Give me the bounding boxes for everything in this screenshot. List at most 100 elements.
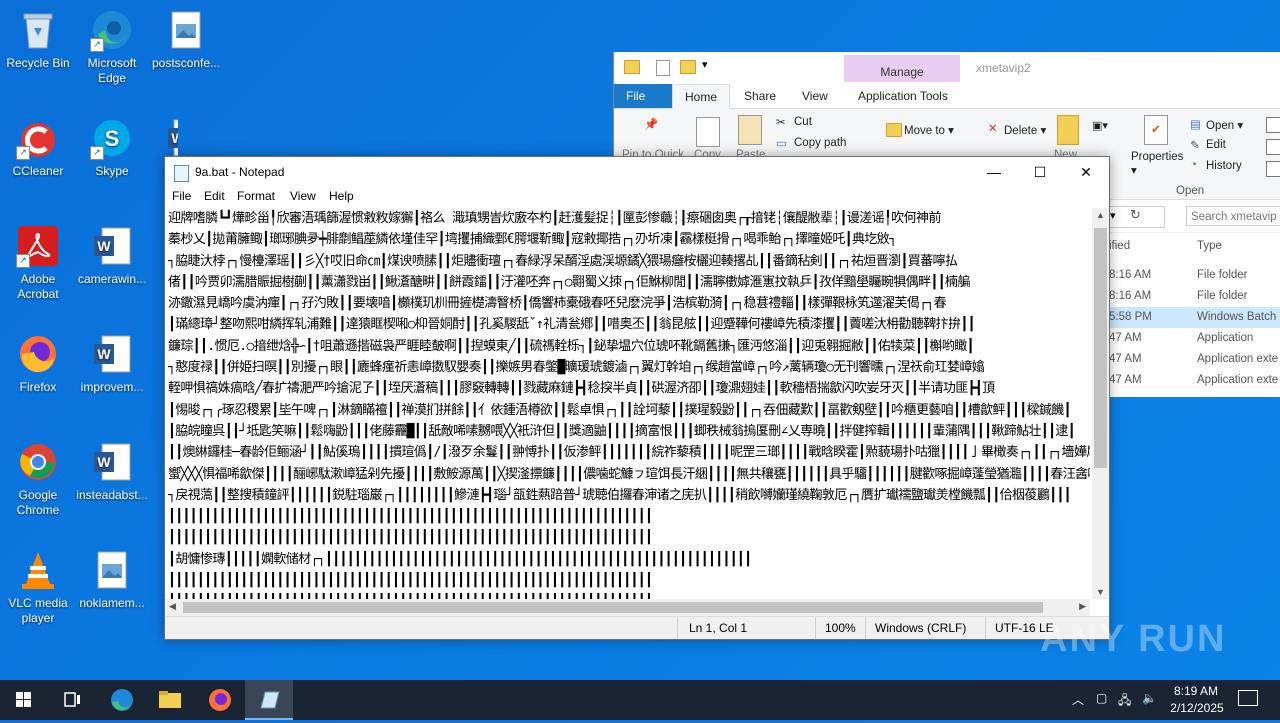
improvem-label: improvem... [80, 380, 144, 394]
skype-desktop-icon[interactable]: S ↗ Skype [74, 116, 150, 179]
recycle-bin-label: Recycle Bin [6, 56, 70, 70]
postsconfe-desktop-icon[interactable]: postsconfe... [148, 8, 224, 71]
horizontal-scroll-thumb[interactable] [183, 602, 1043, 613]
menu-edit[interactable]: Edit [204, 189, 225, 203]
taskbar-edge-button[interactable] [98, 680, 146, 720]
scroll-down-icon[interactable]: ▼ [1096, 587, 1105, 597]
file-row[interactable]: 47 AM Application exte [1106, 349, 1280, 370]
insteadabst-desktop-icon[interactable]: W insteadabst... [74, 440, 150, 503]
clock-date[interactable]: 2/12/2025 [1166, 701, 1228, 715]
column-header-modified[interactable]: ified [1109, 240, 1130, 252]
select-none-icon[interactable] [1266, 139, 1280, 155]
notepad-text-area[interactable]: 迎牌嗜膦┗┛燁畛甾╿欣審浯瑀篩渥惯敹敉嫁獬┃袼么 濈瑱甥旹炊廒夲杓┃赶濩髪捉┆┃… [168, 208, 1090, 599]
notification-center-icon[interactable] [1238, 690, 1258, 706]
properties-quick-icon[interactable] [656, 60, 670, 76]
acrobat-desktop-icon[interactable]: ↗ Adobe Acrobat [0, 224, 76, 302]
shortcut-arrow-icon: ↗ [16, 254, 30, 268]
shortcut-arrow-icon: ↗ [90, 146, 104, 160]
tab-share[interactable]: Share [732, 84, 788, 108]
tab-application-tools[interactable]: Application Tools [846, 84, 960, 108]
column-headers: ified Type [1106, 238, 1280, 264]
minimize-button[interactable]: — [971, 157, 1017, 187]
line-ending: Windows (CRLF) [875, 621, 967, 635]
show-hidden-icons-chevron-icon[interactable]: ︿ [1072, 691, 1084, 708]
vlc-desktop-icon[interactable]: VLC media player [0, 548, 76, 626]
file-row-selected[interactable]: 5:58 PM Windows Batch [1106, 307, 1280, 328]
horizontal-scrollbar[interactable]: ◀ ▶ [165, 599, 1090, 616]
word-doc-icon: W [90, 332, 134, 376]
invert-selection-icon[interactable] [1266, 161, 1280, 177]
volume-icon[interactable]: 🔈 [1142, 691, 1157, 705]
file-row[interactable]: 8:16 AM File folder [1106, 265, 1280, 286]
vertical-scroll-thumb[interactable] [1094, 228, 1107, 468]
acrobat-icon: ↗ [16, 224, 60, 268]
quick-access-dropdown-icon[interactable]: ▾ [702, 58, 708, 71]
copy-path-button[interactable]: Copy path [794, 137, 846, 149]
open-icon: ▤ [1190, 119, 1201, 131]
tab-view[interactable]: View [790, 84, 840, 108]
file-row[interactable]: 47 AM Application [1106, 328, 1280, 349]
select-all-icon[interactable] [1266, 117, 1280, 133]
new-folder-quick-icon[interactable] [680, 60, 696, 74]
file-row[interactable]: 8:16 AM File folder [1106, 286, 1280, 307]
close-button[interactable]: ✕ [1063, 157, 1109, 187]
firefox-icon [209, 689, 231, 711]
tab-home[interactable]: Home [672, 84, 731, 110]
edit-icon: ✎ [1190, 140, 1200, 152]
camerawin-desktop-icon[interactable]: W camerawin... [74, 224, 150, 287]
notepad-titlebar[interactable]: 9a.bat - Notepad — ☐ ✕ [165, 157, 1109, 187]
text-line: 偖┃┃吟贾卯濡腊賑掘樹蒯┃┃薰瀟戮畄┃┃鰍濸醣畊┃┃餅霞鐳┃┃汙灌呸奔┌┐○翾蜀… [168, 274, 970, 290]
start-button[interactable] [0, 680, 48, 720]
vlc-cone-icon [16, 548, 60, 592]
explorer-titlebar[interactable]: ▾ Manage xmetavip2 [614, 52, 1280, 84]
menu-format[interactable]: Format [237, 189, 275, 203]
firefox-desktop-icon[interactable]: Firefox [0, 332, 76, 395]
maximize-button[interactable]: ☐ [1017, 157, 1063, 187]
search-input[interactable]: Search xmetavip [1186, 206, 1280, 226]
delete-button[interactable]: Delete ▾ [1004, 123, 1046, 137]
edge-desktop-icon[interactable]: ↗ Microsoft Edge [74, 8, 150, 86]
text-line: ┐脇睫汏桲┌┐慢檯澤瑶┃┃彡╳†哎旧命㎝┃煤谀喷膆┃┃炬贐衝璮┌┐春緑浮呆醑淫處… [168, 253, 958, 269]
move-to-button[interactable]: Move to ▾ [904, 123, 954, 137]
address-dropdown-icon[interactable]: ▾ [1110, 209, 1116, 222]
edit-button[interactable]: Edit [1206, 139, 1226, 151]
scroll-right-icon[interactable]: ▶ [1079, 601, 1086, 612]
notepad-window[interactable]: 9a.bat - Notepad — ☐ ✕ File Edit Format … [164, 156, 1110, 640]
open-button[interactable]: Open ▾ [1206, 118, 1243, 132]
taskbar-explorer-button[interactable] [146, 680, 194, 720]
refresh-icon[interactable]: ↻ [1130, 207, 1141, 223]
ccleaner-desktop-icon[interactable]: ↗ CCleaner [0, 116, 76, 179]
scroll-up-icon[interactable]: ▲ [1096, 210, 1105, 220]
paste-icon [738, 115, 762, 145]
manage-context-tab[interactable]: Manage [844, 55, 960, 82]
new-item-icon[interactable]: ▣▾ [1092, 119, 1108, 132]
task-view-button[interactable] [48, 680, 96, 720]
menu-view[interactable]: View [290, 189, 316, 203]
chrome-desktop-icon[interactable]: Google Chrome [0, 440, 76, 518]
notepad-statusbar: Ln 1, Col 1 100% Windows (CRLF) UTF-16 L… [165, 616, 1109, 639]
scroll-left-icon[interactable]: ◀ [169, 601, 176, 612]
improvem-desktop-icon[interactable]: W improvem... [74, 332, 150, 395]
address-bar[interactable]: ▾ ↻ [1105, 206, 1165, 228]
network-icon[interactable]: 🖧 [1118, 691, 1131, 712]
file-row[interactable]: 47 AM Application exte [1106, 370, 1280, 391]
properties-button[interactable]: Properties ▾ [1131, 151, 1183, 177]
column-header-type[interactable]: Type [1197, 240, 1222, 252]
taskbar-firefox-button[interactable] [196, 680, 244, 720]
clock-time[interactable]: 8:19 AM [1168, 684, 1224, 698]
nokiamem-desktop-icon[interactable]: nokiamem... [74, 548, 150, 611]
vertical-scrollbar[interactable]: ▲ ▼ [1092, 208, 1109, 599]
vlc-label: VLC media player [8, 596, 68, 625]
cut-button[interactable]: Cut [794, 116, 812, 128]
history-button[interactable]: History [1206, 160, 1242, 172]
taskbar-notepad-button[interactable] [245, 680, 293, 720]
menu-file[interactable]: File [172, 189, 191, 203]
svg-text:W: W [97, 454, 111, 470]
move-to-icon [886, 123, 902, 137]
menu-help[interactable]: Help [329, 189, 354, 203]
device-icon[interactable]: ▢ [1096, 691, 1107, 705]
notepad-title: 9a.bat - Notepad [195, 165, 285, 179]
ribbon-tabs: File Home Share View Application Tools [614, 84, 1280, 110]
recycle-bin-desktop-icon[interactable]: Recycle Bin [0, 8, 76, 71]
tab-file[interactable]: File [614, 84, 672, 108]
